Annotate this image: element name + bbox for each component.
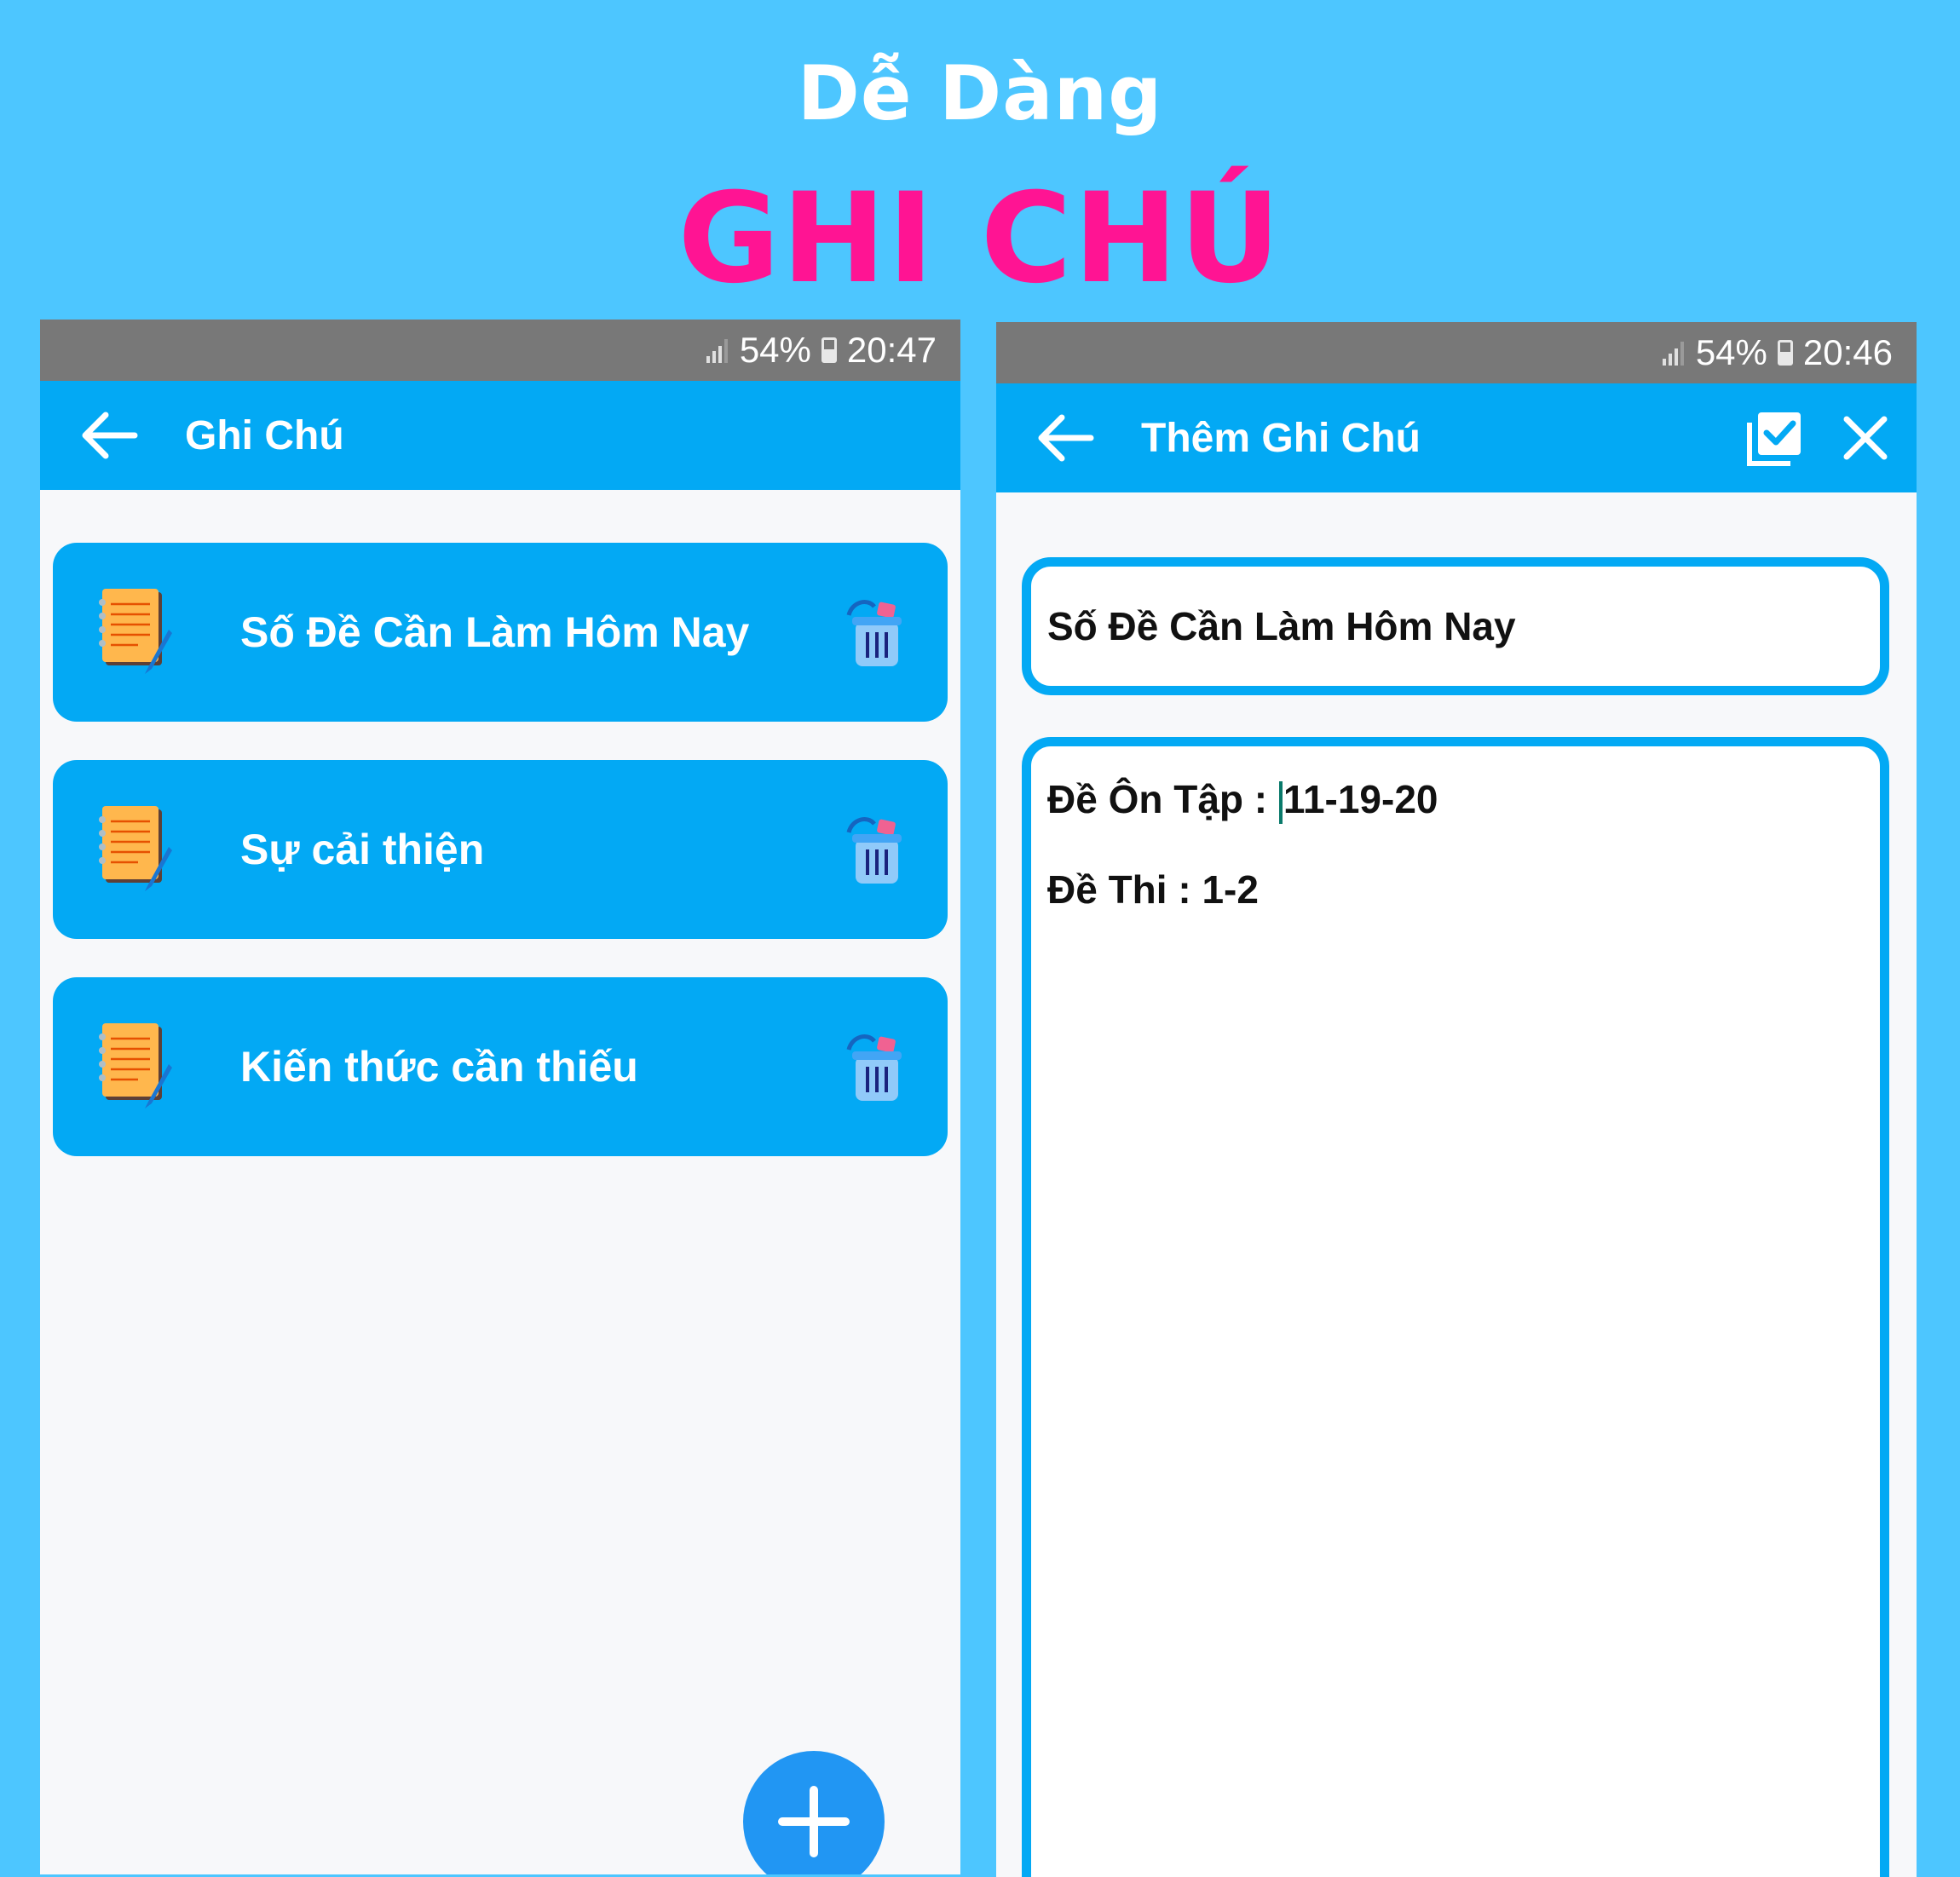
promo-headline-main: GHI CHÚ: [677, 166, 1283, 311]
status-bar: 54% 20:46: [996, 322, 1917, 383]
note-body-line: Đề Ôn Tập : 11-19-20: [1047, 774, 1864, 825]
note-body-line: Đề Thi : 1-2: [1047, 867, 1259, 912]
back-button[interactable]: [72, 400, 144, 471]
notepad-icon: [99, 589, 172, 674]
note-title: Kiến thức cần thiếu: [240, 1043, 638, 1091]
battery-percent: 54%: [739, 330, 811, 370]
trash-icon[interactable]: [844, 814, 903, 885]
note-item[interactable]: Số Đề Cần Làm Hôm Nay: [53, 543, 948, 722]
page-title: Thêm Ghi Chú: [1141, 415, 1421, 461]
app-bar: Thêm Ghi Chú: [996, 383, 1917, 492]
text-cursor: [1278, 780, 1283, 824]
back-button[interactable]: [1029, 402, 1100, 474]
note-item[interactable]: Sự cải thiện: [53, 760, 948, 939]
status-time: 20:47: [846, 330, 937, 370]
notepad-icon: [99, 806, 172, 891]
promo-headline-top: Dễ Dàng: [797, 49, 1163, 137]
close-button[interactable]: [1830, 402, 1901, 474]
save-button[interactable]: [1739, 402, 1811, 474]
note-title-input[interactable]: Số Đề Cần Làm Hôm Nay: [1022, 557, 1889, 695]
note-body-text: Đề Ôn Tập :: [1047, 777, 1278, 821]
plus-icon: [778, 1786, 850, 1857]
battery-percent: 54%: [1695, 332, 1767, 372]
battery-icon: [1777, 340, 1793, 366]
note-title: Sự cải thiện: [240, 826, 485, 873]
battery-icon: [821, 337, 837, 363]
arrow-back-icon: [82, 412, 138, 459]
signal-icon: [1660, 340, 1684, 366]
note-body-text: 11-19-20: [1283, 777, 1438, 821]
close-icon: [1843, 416, 1888, 460]
status-time: 20:46: [1802, 332, 1893, 372]
add-note-button[interactable]: [743, 1751, 885, 1874]
arrow-back-icon: [1038, 414, 1094, 462]
save-check-icon: [1747, 412, 1801, 466]
status-bar: 54% 20:47: [40, 320, 960, 381]
note-title-value: Số Đề Cần Làm Hôm Nay: [1047, 604, 1516, 648]
notepad-icon: [99, 1023, 172, 1108]
note-item[interactable]: Kiến thức cần thiếu: [53, 977, 948, 1156]
notes-list-screen: 54% 20:47 Ghi Chú Số Đề Cần Làm Hôm Nay: [40, 320, 960, 1874]
add-note-screen: 54% 20:46 Thêm Ghi Chú Số Đề Cần Làm Hôm…: [996, 322, 1917, 1877]
page-title: Ghi Chú: [185, 412, 344, 458]
signal-icon: [704, 337, 728, 363]
note-title: Số Đề Cần Làm Hôm Nay: [240, 608, 750, 656]
trash-icon[interactable]: [844, 596, 903, 668]
app-bar: Ghi Chú: [40, 381, 960, 490]
note-body-input[interactable]: Đề Ôn Tập : 11-19-20 Đề Thi : 1-2: [1022, 737, 1889, 1877]
trash-icon[interactable]: [844, 1031, 903, 1103]
